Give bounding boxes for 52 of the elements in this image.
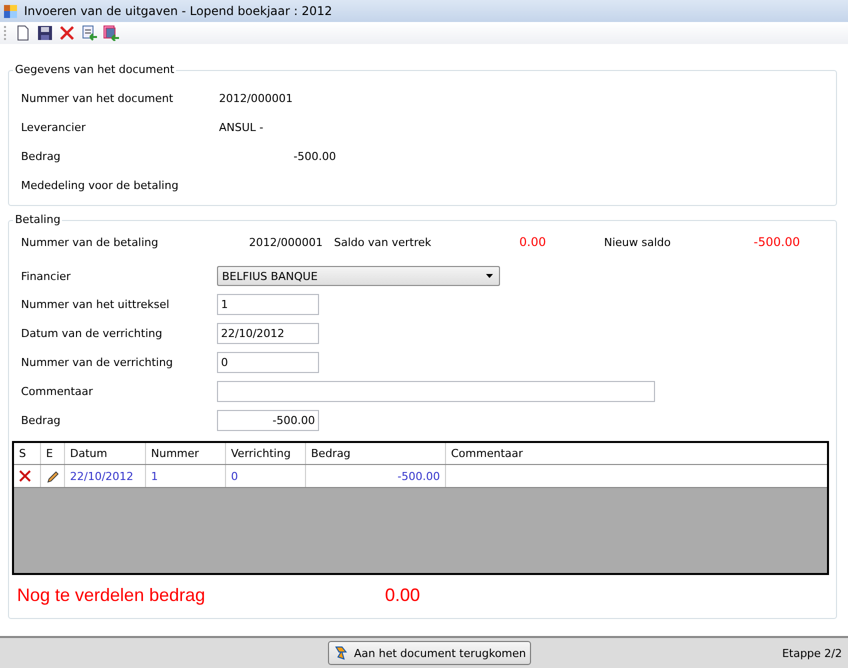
column-header[interactable]: Nummer bbox=[146, 443, 226, 464]
field-label: Bedrag bbox=[21, 150, 62, 163]
table-cell: 0 bbox=[226, 465, 306, 487]
balance-value: 0.00 bbox=[518, 235, 546, 249]
field-value: 2012/000001 bbox=[219, 92, 293, 105]
field-label: Nummer van de verrichting bbox=[21, 356, 174, 369]
column-header[interactable]: E bbox=[41, 443, 65, 464]
field-label: Datum van de verrichting bbox=[21, 327, 164, 340]
field-value: -500.00 bbox=[292, 150, 336, 163]
field-label: Bedrag bbox=[21, 414, 62, 427]
remaining-value: 0.00 bbox=[385, 584, 420, 606]
table-cell: 22/10/2012 bbox=[65, 465, 146, 487]
input-field[interactable]: 22/10/2012 bbox=[217, 323, 319, 344]
balance-value: -500.00 bbox=[752, 235, 800, 249]
cross-icon[interactable] bbox=[59, 25, 75, 41]
field-label: Nummer van het document bbox=[21, 92, 174, 105]
document-icon[interactable] bbox=[15, 25, 31, 41]
pencil-icon[interactable] bbox=[46, 470, 59, 482]
input-field[interactable] bbox=[217, 381, 655, 402]
table-cell: 1 bbox=[146, 465, 226, 487]
window-title: Invoeren van de uitgaven - Lopend boekjaar : 2012 bbox=[24, 4, 332, 18]
dropdown[interactable]: BELFIUS BANQUE bbox=[217, 266, 500, 286]
input-field[interactable]: 1 bbox=[217, 294, 319, 315]
remaining-label: Nog te verdelen bedrag bbox=[17, 584, 206, 606]
table-cell: -500.00 bbox=[306, 465, 446, 487]
field-label: Saldo van vertrek bbox=[334, 236, 432, 248]
column-header[interactable]: Bedrag bbox=[306, 443, 446, 464]
group-title: Gegevens van het document bbox=[13, 63, 176, 76]
field-label: Nieuw saldo bbox=[604, 236, 672, 248]
grip-icon bbox=[4, 26, 7, 40]
input-field[interactable]: -500.00 bbox=[217, 410, 319, 431]
step-label: Etappe 2/2 bbox=[782, 646, 842, 660]
pages-arrow-icon[interactable] bbox=[103, 25, 119, 41]
input-field[interactable]: 0 bbox=[217, 352, 319, 373]
field-value: ANSUL - bbox=[219, 121, 264, 134]
field-value: 2012/000001 bbox=[249, 236, 324, 248]
field-label: Nummer van de betaling bbox=[21, 236, 160, 248]
document-arrow-icon[interactable] bbox=[81, 25, 97, 41]
field-label: Leverancier bbox=[21, 121, 87, 134]
delete-icon[interactable] bbox=[19, 470, 31, 482]
column-header[interactable]: S bbox=[14, 443, 41, 464]
field-label: Commentaar bbox=[21, 385, 94, 398]
field-label: Mededeling voor de betaling bbox=[21, 179, 180, 192]
column-header[interactable]: Commentaar bbox=[446, 443, 827, 464]
field-label: Nummer van het uittreksel bbox=[21, 298, 170, 311]
back-button[interactable]: Aan het document terugkomen bbox=[328, 641, 531, 665]
field-label: Financier bbox=[21, 270, 72, 282]
group-title: Betaling bbox=[13, 213, 62, 226]
column-header[interactable]: Datum bbox=[65, 443, 146, 464]
caret-icon bbox=[486, 274, 493, 278]
column-header[interactable]: Verrichting bbox=[226, 443, 306, 464]
app-icon bbox=[4, 4, 17, 18]
